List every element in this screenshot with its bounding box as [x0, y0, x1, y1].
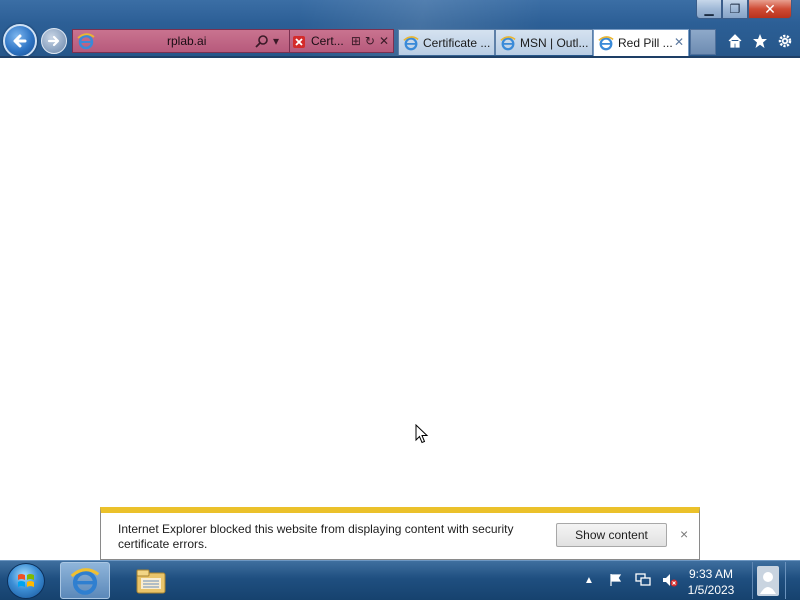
- window-controls: ▁ ❐ ✕: [696, 0, 792, 19]
- taskbar-clock[interactable]: 9:33 AM 1/5/2023: [672, 566, 750, 598]
- new-tab-button[interactable]: [690, 29, 716, 55]
- minimize-button[interactable]: ▁: [696, 0, 722, 19]
- search-icon[interactable]: [255, 34, 269, 48]
- ie-icon: [598, 36, 614, 51]
- refresh-icon[interactable]: ↻: [365, 33, 375, 49]
- windows-logo-icon: [18, 574, 34, 587]
- show-desktop-button[interactable]: [785, 562, 800, 599]
- restore-button[interactable]: ❐: [722, 0, 748, 19]
- close-window-button[interactable]: ✕: [748, 0, 792, 19]
- compatibility-view-icon[interactable]: ⊞: [351, 33, 361, 49]
- ie-icon: [500, 35, 516, 50]
- notification-message: Internet Explorer blocked this website f…: [118, 522, 514, 551]
- address-url[interactable]: rplab.ai: [167, 34, 206, 48]
- start-button[interactable]: [7, 563, 45, 599]
- forward-arrow-icon: [47, 35, 60, 47]
- ie-icon: [70, 567, 100, 595]
- tab-certificate[interactable]: Certificate ...: [398, 29, 495, 55]
- browser-chrome: ▁ ❐ ✕ rplab.ai ▾ Cert... ⊞ ↻ ✕ Certifica…: [0, 0, 800, 58]
- folder-icon: [136, 569, 166, 593]
- forward-button[interactable]: [41, 28, 67, 54]
- back-button[interactable]: [3, 24, 37, 58]
- back-arrow-icon: [13, 34, 27, 48]
- clock-time: 9:33 AM: [688, 567, 734, 581]
- taskbar: ▲ 9:33 AM 1/5/2023: [0, 560, 800, 600]
- address-bar[interactable]: rplab.ai ▾ Cert... ⊞ ↻ ✕: [72, 29, 394, 53]
- clock-date: 1/5/2023: [687, 583, 735, 597]
- show-content-button[interactable]: Show content: [556, 523, 667, 547]
- certificate-error-icon[interactable]: [293, 36, 305, 48]
- stop-icon[interactable]: ✕: [379, 33, 389, 49]
- tab-label: Red Pill ...: [618, 36, 673, 50]
- security-notification-bar: Internet Explorer blocked this website f…: [100, 507, 700, 560]
- certificate-error-label[interactable]: Cert...: [311, 34, 344, 48]
- tab-label: Certificate ...: [423, 35, 491, 50]
- favorites-star-icon[interactable]: [751, 32, 769, 50]
- notification-close-button[interactable]: ×: [680, 526, 688, 542]
- tab-label: MSN | Outl...: [520, 35, 589, 50]
- taskbar-ie-button[interactable]: [60, 562, 110, 599]
- network-icon[interactable]: [634, 571, 652, 589]
- address-tools: ▾: [255, 33, 279, 49]
- tab-msn-outlook[interactable]: MSN | Outl...: [495, 29, 593, 55]
- tab-close-button[interactable]: ✕: [674, 35, 684, 49]
- page-content: [0, 58, 800, 560]
- taskbar-explorer-button[interactable]: [126, 562, 176, 599]
- command-icons: [726, 32, 794, 50]
- address-separator: [289, 30, 290, 52]
- home-icon[interactable]: [726, 32, 744, 50]
- mouse-cursor-icon: [415, 424, 429, 444]
- user-avatar-icon: [756, 565, 779, 596]
- address-right-tools: ⊞ ↻ ✕: [351, 33, 389, 49]
- tab-red-pill[interactable]: Red Pill ... ✕: [593, 29, 689, 56]
- system-tray: ▲: [580, 571, 679, 589]
- show-hidden-icons-button[interactable]: ▲: [580, 571, 598, 589]
- action-center-flag-icon[interactable]: [607, 571, 625, 589]
- ie-icon: [77, 33, 95, 50]
- ie-icon: [403, 35, 419, 50]
- dropdown-arrow-icon[interactable]: ▾: [273, 33, 279, 49]
- user-avatar-button[interactable]: [752, 562, 782, 599]
- settings-gear-icon[interactable]: [776, 32, 794, 50]
